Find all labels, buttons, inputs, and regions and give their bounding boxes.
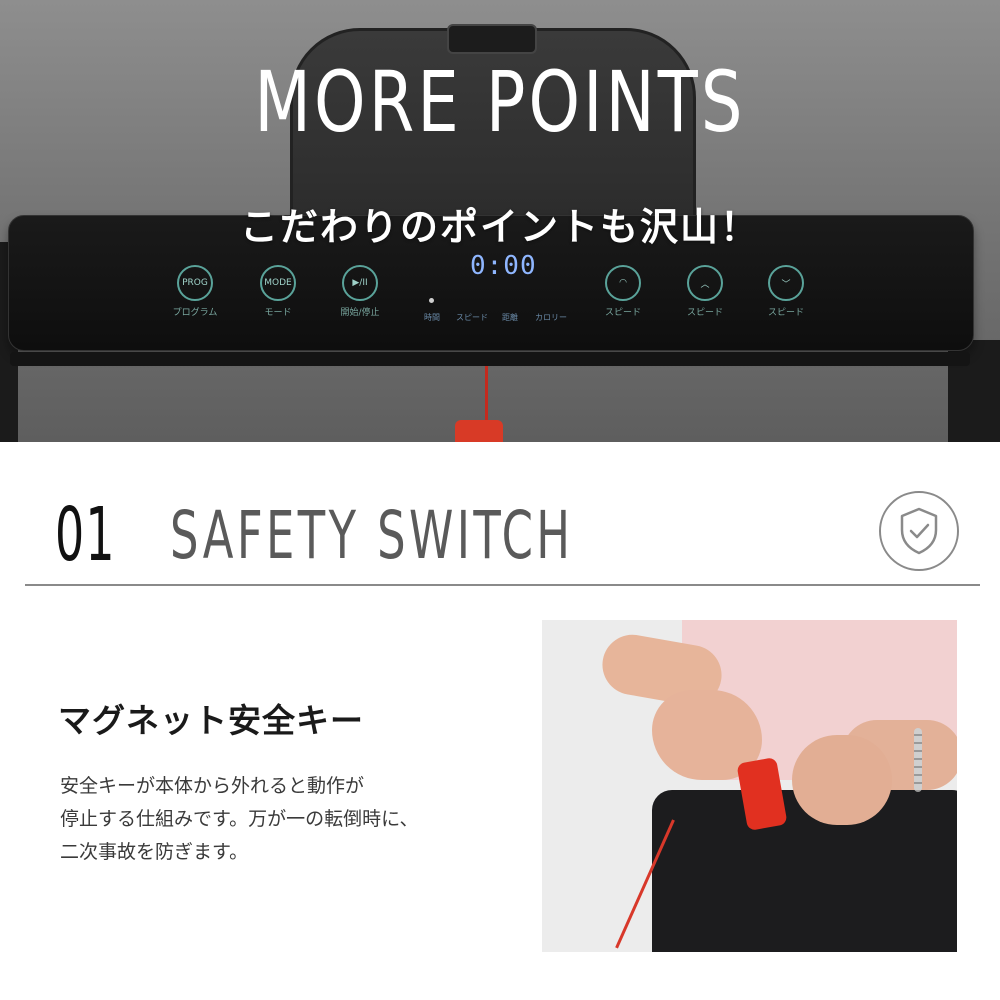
photo-hand-right [792, 735, 892, 825]
console-label-speed-up: スピード [686, 308, 723, 318]
indicator-distance: 距離 [502, 313, 518, 322]
console-label-mode: モード [264, 308, 292, 318]
description-line-3: 二次事故を防ぎます。 [60, 841, 249, 863]
tablet-holder-clip [447, 24, 537, 54]
section-number: 01 [55, 492, 116, 578]
indicator-dot [429, 298, 434, 303]
hero-banner: PROG プログラム MODE モード ▶/II 開始/停止 0:00 時間 ス… [0, 0, 1000, 442]
speed-up-icon: ︿ [687, 265, 723, 301]
console-label-program: プログラム [172, 308, 218, 318]
description-line-2: 停止する仕組みです。万が一の転倒時に、 [60, 808, 419, 830]
prog-icon: PROG [177, 265, 213, 301]
hero-subtitle: こだわりのポイントも沢山！ [239, 205, 760, 249]
speed-preset-icon: ◠ [605, 265, 641, 301]
hero-title: MORE POINTS [254, 53, 746, 151]
photo-bracelet [914, 728, 922, 792]
handle-rail [10, 352, 970, 366]
console-label-speed-preset: スピード [604, 308, 641, 318]
console-display: 0:00 [470, 251, 537, 281]
speed-down-icon: ﹀ [768, 265, 804, 301]
console-label-speed-down: スピード [767, 308, 804, 318]
start-stop-icon: ▶/II [342, 265, 378, 301]
indicator-calorie: カロリー [535, 313, 567, 322]
safety-cord [485, 366, 488, 422]
description-line-1: 安全キーが本体から外れると動作が [60, 775, 365, 797]
console-label-start-stop: 開始/停止 [340, 308, 380, 318]
feature-description: 安全キーが本体から外れると動作が 停止する仕組みです。万が一の転倒時に、 二次事… [60, 770, 510, 869]
shield-check-icon [879, 491, 959, 571]
safety-key-photo [542, 620, 957, 952]
photo-shorts [652, 790, 957, 952]
indicator-time: 時間 [424, 313, 440, 322]
section-title: SAFETY SWITCH [170, 497, 574, 574]
safety-clip [455, 420, 503, 442]
mode-icon: MODE [260, 265, 296, 301]
feature-title: マグネット安全キー [58, 701, 364, 740]
section-divider [25, 584, 980, 586]
